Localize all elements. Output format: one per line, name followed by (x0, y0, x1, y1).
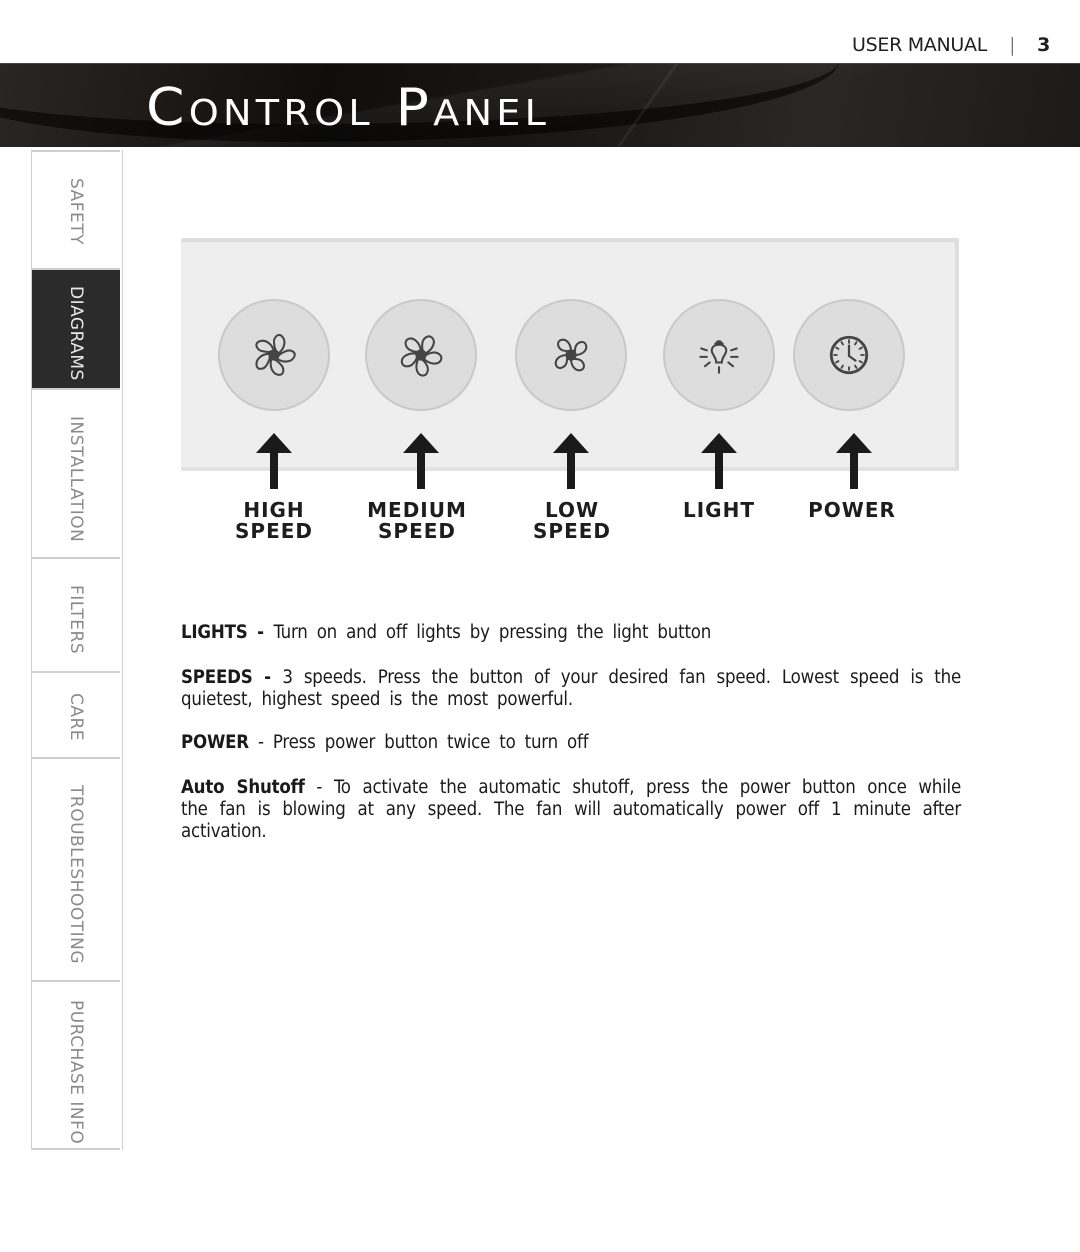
light-bulb-icon (699, 340, 739, 374)
sidebar-item-label: TROUBLESHOOTING (66, 785, 86, 965)
label-line: SPEED (378, 519, 456, 543)
lights-description: LIGHTS - Turn on and off lights by press… (181, 622, 961, 644)
sidebar-item-purchase-info[interactable]: PURCHASE INFO (32, 982, 120, 1150)
description-dash: - (248, 732, 273, 753)
label-line: LOW (544, 498, 600, 522)
description-term: SPEEDS (181, 667, 253, 688)
low-speed-label: LOW SPEED (502, 500, 642, 542)
sidebar-item-care[interactable]: CARE (32, 673, 120, 759)
arrow-up-icon (256, 433, 292, 489)
description-text: Press power button twice to turn off (272, 732, 589, 753)
arrow-up-icon (701, 433, 737, 489)
arrow-up-icon (836, 433, 872, 489)
sidebar-item-label: CARE (66, 693, 86, 742)
manual-label: USER MANUAL (852, 34, 988, 56)
sidebar-item-label: DIAGRAMS (66, 286, 86, 381)
label-line: SPEED (235, 519, 313, 543)
high-speed-label: HIGH SPEED (204, 500, 344, 542)
light-button[interactable] (663, 299, 775, 411)
sidebar-item-diagrams[interactable]: DIAGRAMS (32, 270, 120, 390)
sidebar-item-troubleshooting[interactable]: TROUBLESHOOTING (32, 759, 120, 982)
sidebar-item-safety[interactable]: SAFETY (32, 150, 120, 270)
speeds-description: SPEEDS - 3 speeds. Press the button of y… (181, 667, 961, 711)
description-term: Auto Shutoff (181, 777, 305, 798)
arrow-up-icon (403, 433, 439, 489)
light-label: LIGHT (649, 500, 789, 521)
sidebar-item-label: PURCHASE INFO (66, 1000, 86, 1145)
power-button[interactable] (793, 299, 905, 411)
sidebar-item-filters[interactable]: FILTERS (32, 559, 120, 673)
label-line: HIGH (243, 498, 305, 522)
description-term: POWER (181, 732, 249, 753)
page-number: 3 (1037, 34, 1051, 56)
power-description: POWER - Press power button twice to turn… (181, 732, 961, 754)
sidebar-item-installation[interactable]: INSTALLATION (32, 390, 120, 559)
description-text: Turn on and off lights by pressing the l… (273, 622, 712, 643)
sidebar-item-label: INSTALLATION (66, 416, 86, 543)
fan-low-icon (554, 338, 588, 372)
label-line: SPEED (533, 519, 611, 543)
sidebar-item-label: FILTERS (66, 585, 86, 655)
description-dash: - (252, 667, 283, 688)
low-speed-button[interactable] (515, 299, 627, 411)
page-header: USER MANUAL | 3 (852, 32, 1050, 58)
label-line: POWER (808, 498, 896, 522)
description-dash: - (247, 622, 274, 643)
label-line: MEDIUM (367, 498, 467, 522)
description-text: 3 speeds. Press the button of your desir… (181, 667, 961, 710)
label-line: LIGHT (683, 498, 755, 522)
description-term: LIGHTS (181, 622, 248, 643)
title-banner: Control Panel (0, 63, 1080, 147)
medium-speed-label: MEDIUM SPEED (347, 500, 487, 542)
high-speed-button[interactable] (218, 299, 330, 411)
sidebar-item-label: SAFETY (66, 178, 86, 246)
header-separator: | (1009, 34, 1016, 56)
power-label: POWER (782, 500, 922, 521)
fan-medium-icon (399, 334, 445, 379)
fan-high-icon (253, 332, 298, 378)
page-title: Control Panel (146, 78, 551, 138)
auto-shutoff-description: Auto Shutoff - To activate the automatic… (181, 777, 961, 843)
description-dash: - (304, 777, 334, 798)
medium-speed-button[interactable] (365, 299, 477, 411)
clock-icon (829, 335, 869, 375)
arrow-up-icon (553, 433, 589, 489)
section-sidebar: SAFETY DIAGRAMS INSTALLATION FILTERS CAR… (31, 150, 123, 1150)
